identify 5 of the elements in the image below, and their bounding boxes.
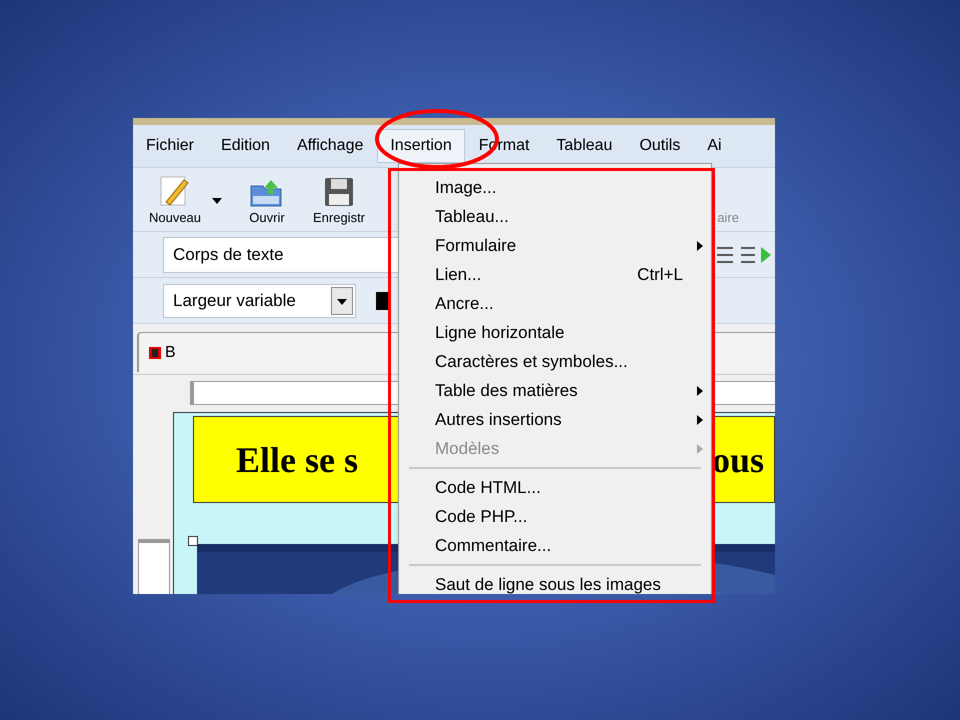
- tab-label: B: [165, 342, 176, 362]
- shortcut-label: Ctrl+L: [637, 264, 683, 286]
- heading-text: ous: [712, 438, 764, 482]
- toolbar-label: aire: [717, 208, 739, 226]
- heading-text: Elle se s: [236, 438, 358, 482]
